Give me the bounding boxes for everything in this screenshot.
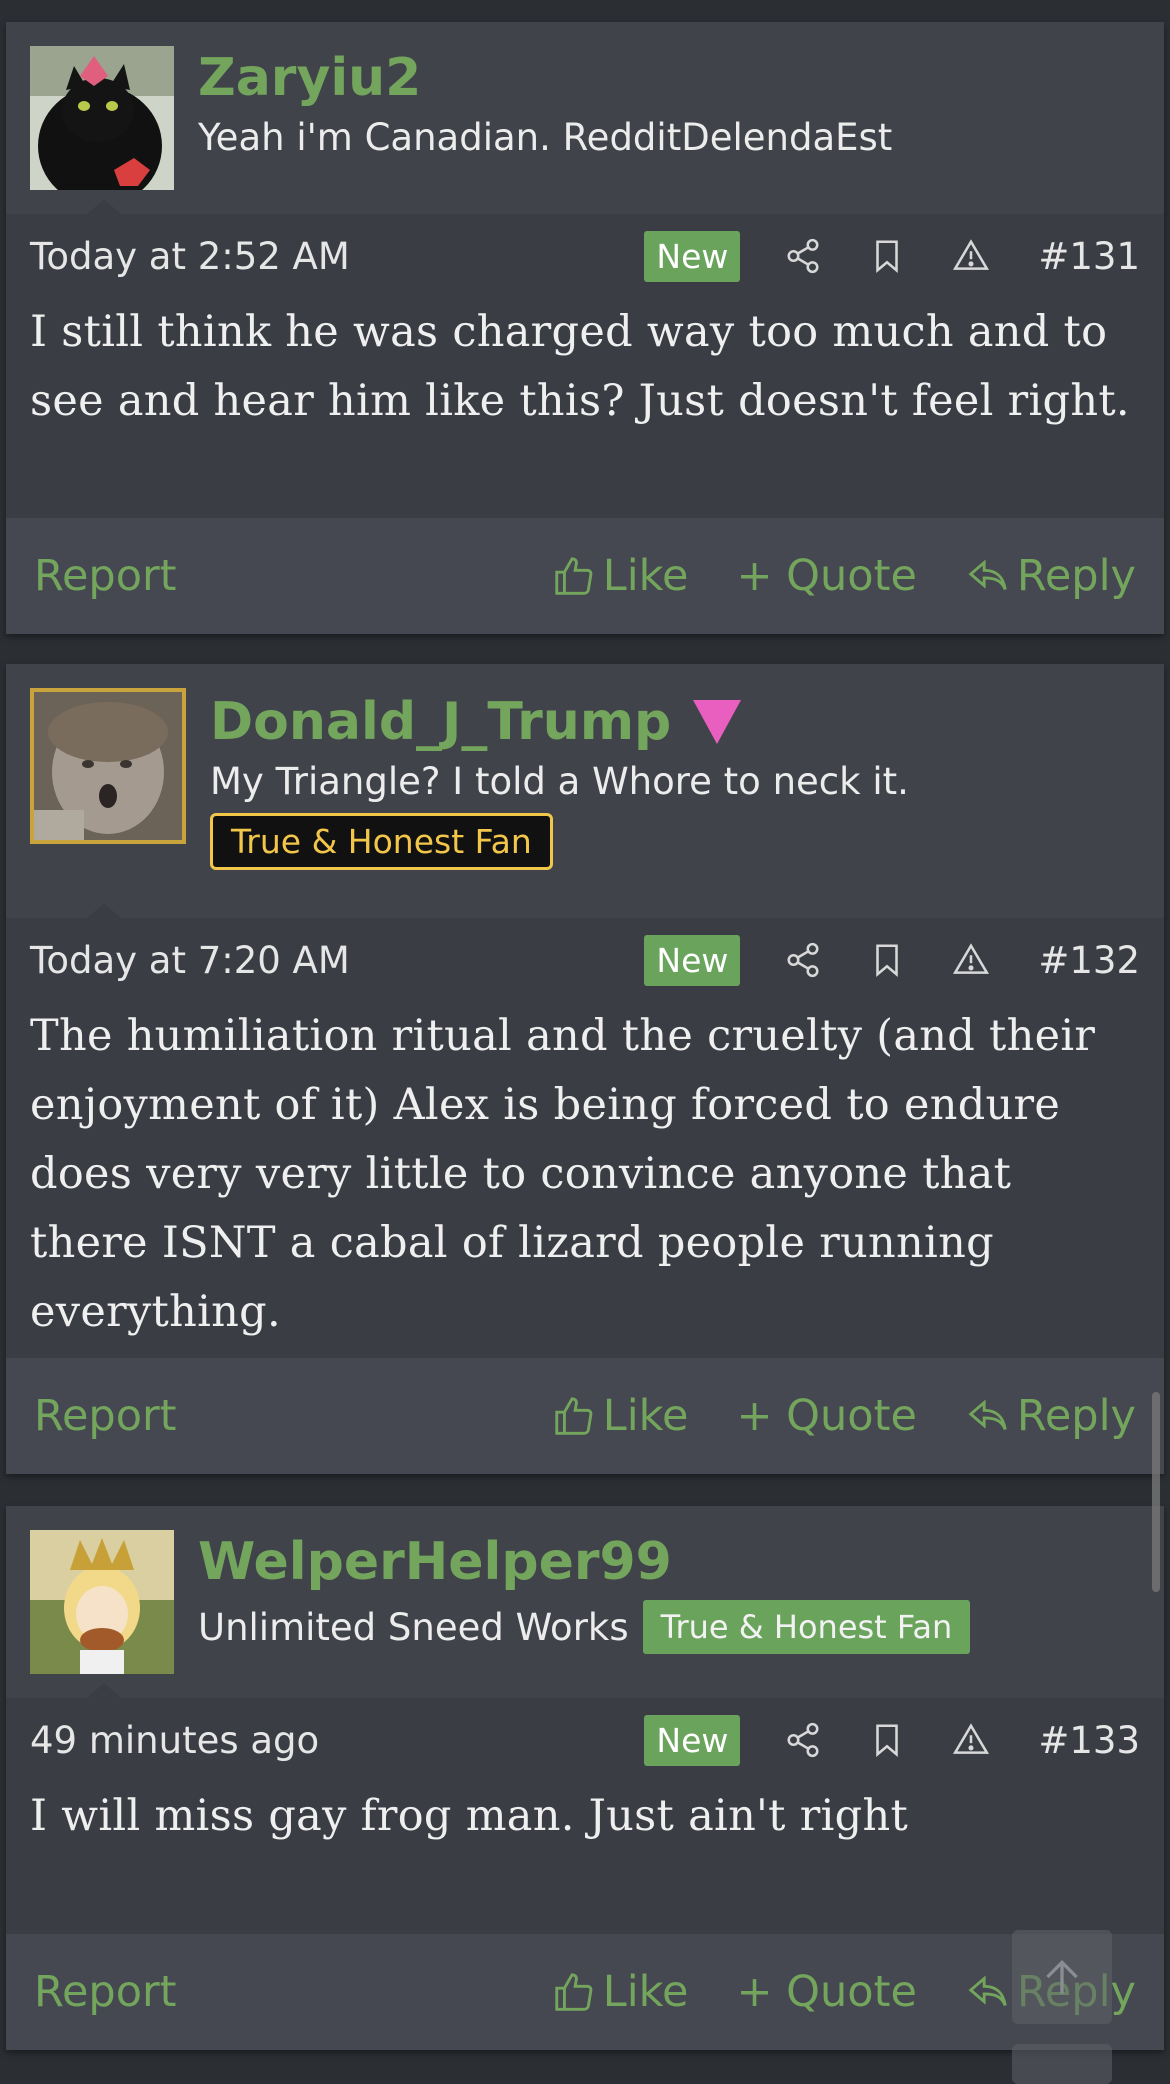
username[interactable]: Zaryiu2 bbox=[198, 48, 892, 108]
thumbs-up-icon bbox=[555, 557, 593, 595]
reply-arrow-icon bbox=[968, 1399, 1007, 1431]
new-badge: New bbox=[644, 934, 741, 986]
reply-label: Reply bbox=[1016, 1391, 1136, 1441]
post-number[interactable]: #131 bbox=[1038, 235, 1140, 278]
header-arrow bbox=[86, 903, 122, 919]
post-131: Zaryiu2 Yeah i'm Canadian. RedditDelenda… bbox=[6, 22, 1164, 634]
user-title: Yeah i'm Canadian. RedditDelendaEst bbox=[198, 116, 893, 159]
like-button[interactable]: Like bbox=[551, 551, 689, 601]
username[interactable]: Donald_J_Trump bbox=[210, 692, 909, 752]
thumbs-up-icon bbox=[555, 1397, 593, 1435]
username[interactable]: WelperHelper99 bbox=[198, 1532, 970, 1592]
post-header: WelperHelper99 Unlimited Sneed Works Tru… bbox=[6, 1506, 1164, 1699]
share-icon[interactable] bbox=[776, 229, 830, 283]
share-icon[interactable] bbox=[776, 933, 830, 987]
like-label: Like bbox=[602, 1391, 689, 1441]
post-header: Zaryiu2 Yeah i'm Canadian. RedditDelenda… bbox=[6, 22, 1164, 215]
report-button[interactable]: Report bbox=[34, 551, 177, 601]
user-title: My Triangle? I told a Whore to neck it. bbox=[210, 760, 909, 803]
user-info: Donald_J_Trump My Triangle? I told a Who… bbox=[210, 692, 909, 870]
triangle-icon bbox=[693, 700, 742, 744]
scroll-to-bottom-button[interactable] bbox=[1012, 2044, 1112, 2084]
new-badge: New bbox=[644, 230, 741, 282]
scrollbar[interactable] bbox=[1152, 1392, 1160, 1592]
reply-arrow-icon bbox=[968, 1975, 1007, 2007]
timestamp[interactable]: 49 minutes ago bbox=[30, 1719, 319, 1762]
timestamp[interactable]: Today at 7:20 AM bbox=[30, 939, 350, 982]
bookmark-icon[interactable] bbox=[860, 229, 914, 283]
user-title: Unlimited Sneed Works True & Honest Fan bbox=[198, 1600, 971, 1654]
header-arrow bbox=[86, 199, 122, 215]
reply-button[interactable]: Reply bbox=[965, 1391, 1136, 1441]
reply-button[interactable]: Reply bbox=[965, 551, 1136, 601]
post-header: Donald_J_Trump My Triangle? I told a Who… bbox=[6, 664, 1164, 919]
post-133: WelperHelper99 Unlimited Sneed Works Tru… bbox=[6, 1506, 1164, 2050]
like-button[interactable]: Like bbox=[551, 1391, 689, 1441]
user-info: WelperHelper99 Unlimited Sneed Works Tru… bbox=[198, 1532, 971, 1654]
avatar[interactable] bbox=[30, 688, 186, 844]
user-banner: True & Honest Fan bbox=[210, 813, 553, 870]
share-icon[interactable] bbox=[776, 1713, 830, 1767]
avatar[interactable] bbox=[30, 1530, 174, 1674]
post-footer: Report Like + Quote Reply bbox=[6, 518, 1164, 634]
user-info: Zaryiu2 Yeah i'm Canadian. RedditDelenda… bbox=[198, 48, 892, 159]
post-meta: 49 minutes ago New #133 bbox=[6, 1698, 1164, 1782]
reply-label: Reply bbox=[1016, 551, 1136, 601]
new-badge: New bbox=[644, 1714, 741, 1766]
post-footer: Report Like + Quote Reply bbox=[6, 1934, 1164, 2050]
post-number[interactable]: #132 bbox=[1038, 939, 1140, 982]
post-body: I will miss gay frog man. Just ain't rig… bbox=[30, 1791, 909, 1841]
arrow-up-icon bbox=[1046, 1960, 1078, 1994]
post-meta: Today at 2:52 AM New #131 bbox=[6, 214, 1164, 298]
like-label: Like bbox=[602, 551, 689, 601]
like-button[interactable]: Like bbox=[551, 1967, 689, 2017]
header-arrow bbox=[86, 1683, 122, 1699]
post-132: Donald_J_Trump My Triangle? I told a Who… bbox=[6, 664, 1164, 1474]
scroll-to-top-button[interactable] bbox=[1012, 1930, 1112, 2024]
post-body: I still think he was charged way too muc… bbox=[30, 307, 1130, 426]
warning-icon[interactable] bbox=[944, 933, 998, 987]
quote-button[interactable]: + Quote bbox=[736, 1391, 916, 1441]
quote-button[interactable]: + Quote bbox=[736, 1967, 916, 2017]
like-label: Like bbox=[602, 1967, 689, 2017]
avatar[interactable] bbox=[30, 46, 174, 190]
report-button[interactable]: Report bbox=[34, 1967, 177, 2017]
warning-icon[interactable] bbox=[944, 1713, 998, 1767]
timestamp[interactable]: Today at 2:52 AM bbox=[30, 235, 350, 278]
warning-icon[interactable] bbox=[944, 229, 998, 283]
post-footer: Report Like + Quote Reply bbox=[6, 1358, 1164, 1474]
post-body: The humiliation ritual and the cruelty (… bbox=[30, 1011, 1096, 1337]
report-button[interactable]: Report bbox=[34, 1391, 177, 1441]
thumbs-up-icon bbox=[555, 1973, 593, 2011]
quote-button[interactable]: + Quote bbox=[736, 551, 916, 601]
reply-arrow-icon bbox=[968, 559, 1007, 591]
post-meta: Today at 7:20 AM New #132 bbox=[6, 918, 1164, 1002]
post-number[interactable]: #133 bbox=[1038, 1719, 1140, 1762]
bookmark-icon[interactable] bbox=[860, 1713, 914, 1767]
bookmark-icon[interactable] bbox=[860, 933, 914, 987]
user-banner: True & Honest Fan bbox=[642, 1600, 971, 1654]
